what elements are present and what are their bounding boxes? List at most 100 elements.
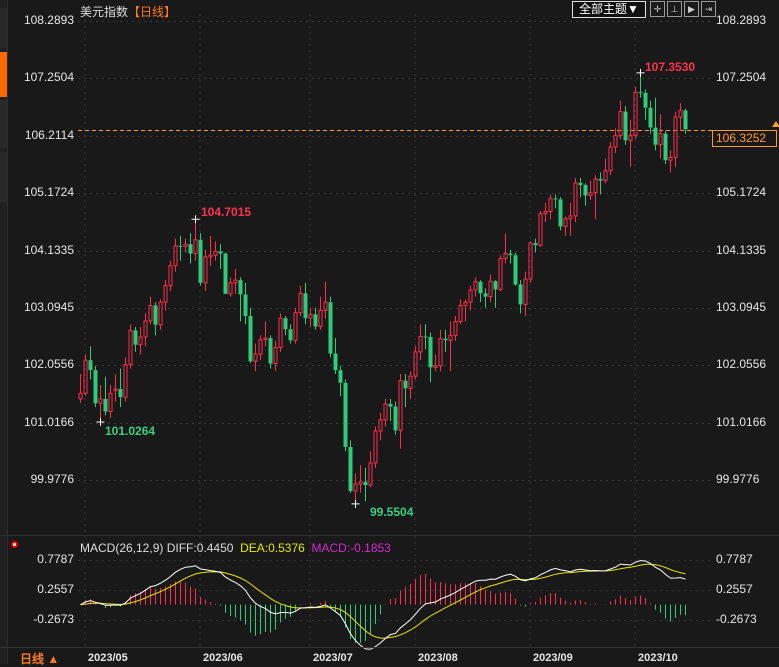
candle [563,216,568,236]
candle [333,338,338,374]
candle [393,401,398,435]
candle-body [603,170,608,182]
candle-body [228,282,233,295]
candle-body [258,339,263,355]
candle-body [93,370,98,404]
candle [503,233,508,264]
candle [573,177,578,223]
candle-body [498,258,503,290]
candle-body [368,462,373,486]
candle-body [683,110,688,130]
candle-body [453,321,458,336]
chart-canvas[interactable] [0,0,779,664]
candle [228,277,233,297]
candle [263,321,268,347]
candle-body [288,329,293,341]
candle [303,282,308,325]
candle-body [388,403,393,407]
extreme-markers [96,68,645,508]
candle-body [393,406,398,431]
candle [93,365,98,408]
candle [108,385,113,419]
candle-body [303,293,308,319]
last-price-tag: 106.3252 [712,130,777,147]
diff-line [80,560,686,650]
fit-range-icon[interactable]: ⊥ [667,1,682,17]
candle-body [563,218,568,227]
candle [373,426,378,468]
candle-body [328,302,333,354]
date-label: 2023/05 [88,652,128,664]
candle-body [238,280,243,295]
period-label: 【日线】 [128,5,177,19]
candle [298,285,303,316]
price-label: 107.2504 [716,70,767,85]
candle [423,324,428,350]
candle-body [263,337,268,341]
candle-body [168,265,173,287]
candle-body [533,243,538,246]
annotation-high-may: 104.7015 [201,205,252,219]
candle-body [458,304,463,323]
candle [238,277,243,322]
period-tab[interactable]: 日线 ▲ [20,650,59,667]
candle-body [583,185,588,196]
macd-legend: MACD(26,12,9) DIFF:0.4450 DEA:0.5376 MAC… [80,541,391,555]
macd-diff-value: DIFF:0.4450 [166,541,234,555]
candle-body [293,312,298,341]
candle [88,346,93,380]
candle [468,285,473,311]
candle-body [413,351,418,377]
candle [623,106,628,145]
crosshair-icon[interactable]: ✛ [650,1,665,17]
candle [268,335,273,369]
candle [248,307,253,363]
candle [188,233,193,264]
candle-body [673,116,678,158]
candle [618,100,623,140]
candle [378,412,383,441]
candle-body [383,403,388,421]
exit-right-icon[interactable]: ⇥ [701,1,716,17]
candle [678,103,683,131]
candle [343,379,348,452]
candle [253,343,258,372]
theme-dropdown[interactable]: 全部主题▼ [572,1,646,18]
candle [118,368,123,408]
candle [453,315,458,341]
extreme-cross-icon [636,68,645,77]
candles [78,72,688,504]
candle [213,241,218,261]
candle [653,97,658,151]
candle [603,158,608,184]
candle [613,128,618,154]
instrument-name: 美元指数 [80,5,129,19]
candle-body [448,334,453,341]
candle [348,440,353,493]
candle-body [153,305,158,325]
candle [103,376,108,416]
candle-body [158,301,163,326]
price-label: 101.0166 [23,414,74,429]
candle [528,241,533,283]
indicator-settings-icon[interactable] [11,541,18,548]
candle-body [273,346,278,364]
candle [148,296,153,325]
candle [583,183,588,206]
candle-body [253,353,258,362]
play-step-icon[interactable]: ▶ [684,1,699,17]
candle [633,86,638,140]
candle [553,194,558,209]
price-label: 104.1335 [716,242,767,257]
candle-body [403,380,408,389]
annotation-high-oct: 107.3530 [645,60,696,74]
candle [288,324,293,344]
candle-body [613,134,618,148]
price-label: 106.2114 [24,127,74,142]
price-label: 99.9776 [30,472,74,487]
candle-body [173,245,178,267]
date-label: 2023/09 [533,652,573,664]
candle [158,299,163,330]
candle-body [123,364,128,398]
candle-body [193,239,198,255]
